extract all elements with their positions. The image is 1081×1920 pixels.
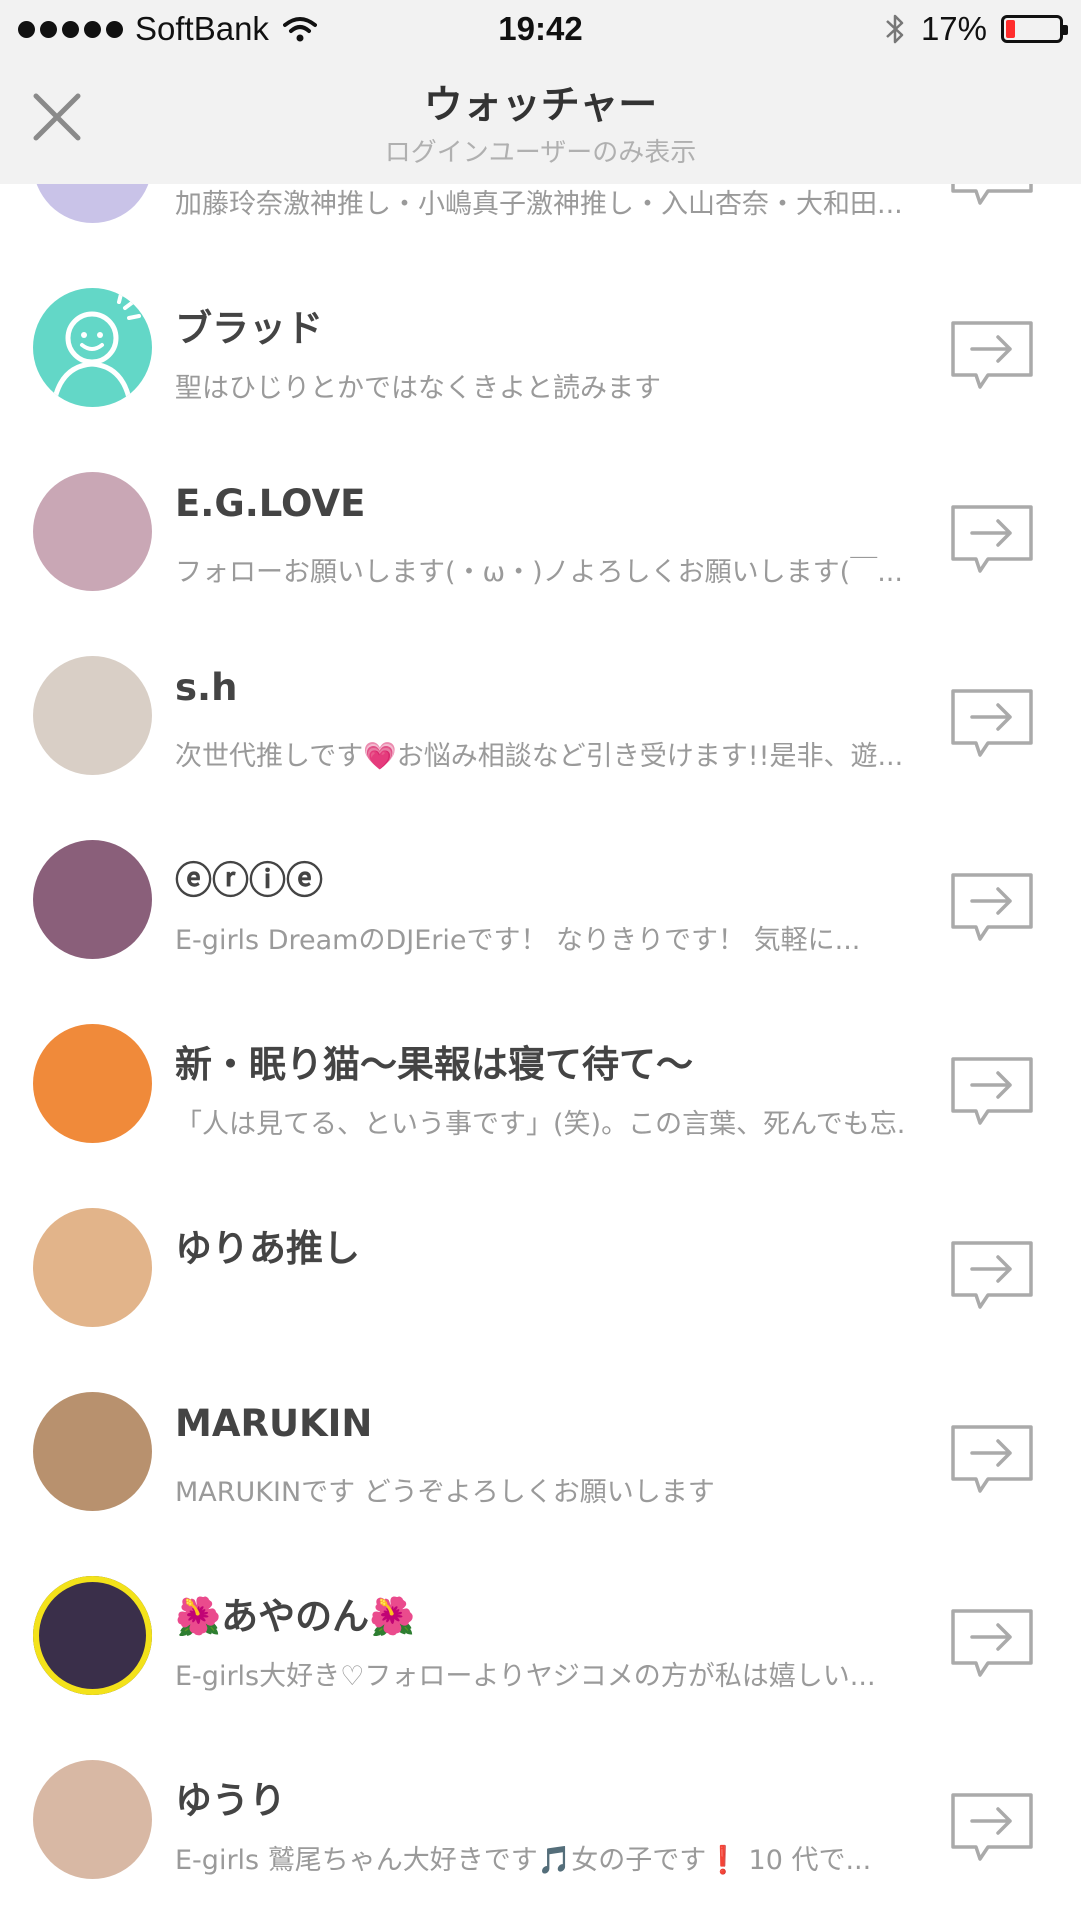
list-item[interactable]: ゆうり E-girls 鷲尾ちゃん大好きです🎵女の子です❗️ 10 代で...: [0, 1720, 1081, 1904]
cat-pot-avatar-icon: [33, 1024, 152, 1143]
glasses-portrait-avatar: [33, 1392, 152, 1511]
anime-avatar: [33, 1208, 152, 1327]
user-description: 「人は見てる、という事です」(笑)。この言葉、死んでも忘...: [175, 1109, 905, 1140]
user-description: E-girls大好き♡フォローよりヤジコメの方が私は嬉しい...: [175, 1661, 876, 1692]
list-item[interactable]: 新・眠り猫〜果報は寝て待て〜 「人は見てる、という事です」(笑)。この言葉、死ん…: [0, 984, 1081, 1168]
portrait-avatar: [33, 1760, 152, 1879]
navigation-bar: ウォッチャー ログインユーザーのみ表示: [0, 60, 1081, 184]
user-name: 🌺あやのん🌺: [175, 1595, 416, 1638]
follow-arrow-icon[interactable]: [950, 1792, 1034, 1862]
follow-arrow-icon[interactable]: [950, 688, 1034, 758]
list-item[interactable]: 🌺あやのん🌺 E-girls大好き♡フォローよりヤジコメの方が私は嬉しい...: [0, 1536, 1081, 1720]
follow-arrow-icon[interactable]: [950, 1240, 1034, 1310]
battery-icon: [1001, 15, 1068, 43]
user-description: 次世代推しです💗お悩み相談など引き受けます!!是非、遊...: [175, 741, 904, 772]
list-item[interactable]: E.G.LOVE フォローお願いします(・ω・)ノよろしくお願いします(￣...: [0, 432, 1081, 616]
follow-arrow-icon[interactable]: [950, 872, 1034, 942]
smiley-avatar-icon: [33, 288, 152, 407]
follow-arrow-icon[interactable]: [950, 320, 1034, 390]
user-avatar: [33, 184, 152, 223]
user-description: 加藤玲奈激神推し・小嶋真子激神推し・入山杏奈・大和田...: [175, 189, 903, 220]
yellow-ring-avatar: [33, 1576, 152, 1695]
list-item-partial[interactable]: 加藤玲奈激神推し・小嶋真子激神推し・入山杏奈・大和田...: [0, 184, 1081, 248]
user-name: s.h: [175, 666, 238, 709]
follow-arrow-icon[interactable]: [950, 504, 1034, 574]
list-item[interactable]: ゆりあ推し: [0, 1168, 1081, 1352]
user-name: E.G.LOVE: [175, 482, 366, 525]
stage-photo-avatar: [33, 840, 152, 959]
bluetooth-icon: [886, 14, 904, 44]
page-title: ウォッチャー: [423, 83, 658, 128]
user-name: 新・眠り猫〜果報は寝て待て〜: [175, 1043, 693, 1086]
follow-arrow-icon[interactable]: [950, 1608, 1034, 1678]
follow-arrow-icon[interactable]: [950, 1424, 1034, 1494]
user-name: ブラッド: [175, 307, 323, 350]
status-bar: SoftBank 19:42 17%: [0, 0, 1081, 60]
group-photo-avatar: [33, 656, 152, 775]
user-name: ゆりあ推し: [175, 1227, 360, 1270]
page-subtitle: ログインユーザーのみ表示: [384, 138, 697, 168]
user-description: E-girls DreamのDJErieです！ なりきりです！ 気軽に...: [175, 925, 861, 956]
battery-percent: 17%: [920, 10, 987, 47]
user-description: E-girls 鷲尾ちゃん大好きです🎵女の子です❗️ 10 代で...: [175, 1845, 872, 1876]
list-item[interactable]: ブラッド 聖はひじりとかではなくきよと読みます: [0, 248, 1081, 432]
battery-level-fill: [1006, 20, 1015, 38]
list-item[interactable]: MARUKIN MARUKINです どうぞよろしくお願いします: [0, 1352, 1081, 1536]
user-name: ⓔⓡⓘⓔ: [175, 859, 323, 902]
status-bar-right: 17%: [883, 10, 1068, 48]
user-description: 聖はひじりとかではなくきよと読みます: [175, 373, 661, 404]
user-name: ゆうり: [175, 1779, 286, 1822]
watcher-list[interactable]: 加藤玲奈激神推し・小嶋真子激神推し・入山杏奈・大和田... ブラッド 聖はひじり…: [0, 184, 1081, 1920]
follow-arrow-icon[interactable]: [950, 184, 1034, 206]
list-item[interactable]: s.h 次世代推しです💗お悩み相談など引き受けます!!是非、遊...: [0, 616, 1081, 800]
user-description: フォローお願いします(・ω・)ノよろしくお願いします(￣...: [175, 557, 903, 588]
photo-collage-avatar: [33, 472, 152, 591]
user-description: MARUKINです どうぞよろしくお願いします: [175, 1477, 715, 1508]
list-item[interactable]: ⓔⓡⓘⓔ E-girls DreamのDJErieです！ なりきりです！ 気軽に…: [0, 800, 1081, 984]
user-name: MARUKIN: [175, 1402, 373, 1445]
follow-arrow-icon[interactable]: [950, 1056, 1034, 1126]
